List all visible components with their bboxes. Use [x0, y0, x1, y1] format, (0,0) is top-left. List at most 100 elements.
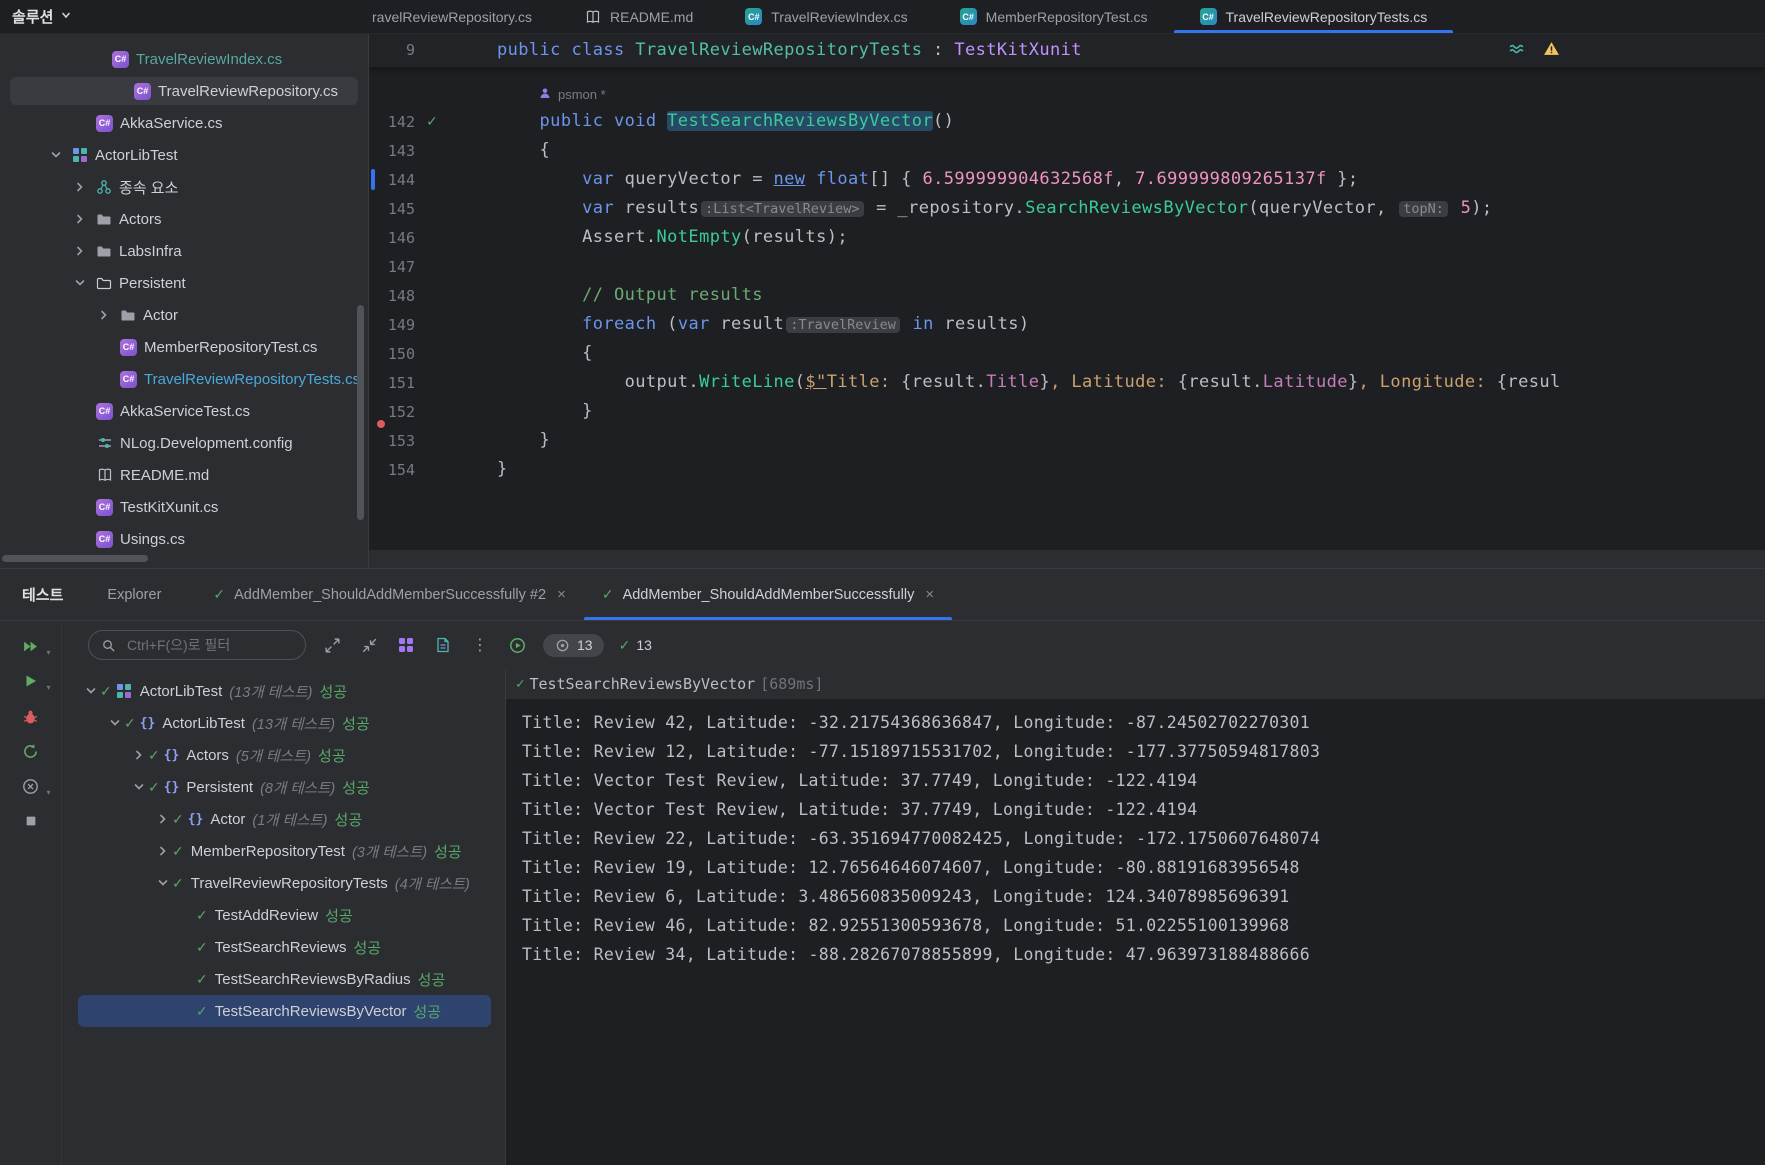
chevron-right-icon[interactable]: [72, 180, 88, 194]
group-by-button[interactable]: [395, 634, 417, 656]
test-tree-item[interactable]: ✓TestSearchReviews성공: [78, 931, 491, 963]
code-text[interactable]: {: [497, 136, 550, 165]
passed-count-badge[interactable]: ✓ 13: [619, 637, 652, 654]
explorer-item[interactable]: C#AkkaService.cs: [0, 107, 368, 139]
explorer-item[interactable]: C#Usings.cs: [0, 523, 368, 555]
code-line[interactable]: 146 Assert.NotEmpty(results);: [369, 223, 1765, 252]
chevron-down-icon[interactable]: [83, 684, 99, 698]
debug-button[interactable]: [19, 705, 43, 727]
chevron-down-icon[interactable]: [48, 148, 64, 162]
rerun-failed-button[interactable]: [506, 634, 528, 656]
explorer-item[interactable]: Actors: [0, 203, 368, 235]
explorer-item[interactable]: NLog.Development.config: [0, 427, 368, 459]
chevron-right-icon[interactable]: [96, 308, 112, 322]
kill-button[interactable]: [19, 810, 43, 832]
explorer-item[interactable]: Actor: [0, 299, 368, 331]
inspection-widget[interactable]: [1508, 40, 1560, 57]
explorer-item[interactable]: C#AkkaServiceTest.cs: [0, 395, 368, 427]
code-line[interactable]: 143 {: [369, 136, 1765, 165]
code-text[interactable]: output.WriteLine($"Title: {result.Title}…: [497, 368, 1561, 397]
editor-tab[interactable]: C#TravelReviewRepositoryTests.cs: [1174, 0, 1454, 33]
collapse-all-button[interactable]: [358, 634, 380, 656]
code-editor[interactable]: 9public class TravelReviewRepositoryTest…: [368, 33, 1765, 568]
test-tree-item[interactable]: ✓{}ActorLibTest(13개 테스트)성공: [78, 707, 491, 739]
output-console[interactable]: Title: Review 42, Latitude: -32.21754368…: [506, 699, 1765, 1165]
total-count-badge[interactable]: 13: [543, 634, 604, 657]
code-line[interactable]: 150 {: [369, 339, 1765, 368]
code-analysis-icon[interactable]: [1508, 40, 1525, 57]
editor-tab[interactable]: README.md: [558, 0, 719, 33]
more-button[interactable]: ⋮: [469, 634, 491, 656]
code-text[interactable]: }: [497, 455, 508, 484]
explorer-item[interactable]: C#MemberRepositoryTest.cs: [0, 331, 368, 363]
code-line[interactable]: 142✓ public void TestSearchReviewsByVect…: [369, 107, 1765, 136]
code-text[interactable]: var queryVector = new float[] { 6.599999…: [497, 165, 1359, 194]
run-all-button[interactable]: ▾: [19, 635, 43, 657]
filter-input[interactable]: [125, 636, 294, 654]
test-tree-item[interactable]: ✓MemberRepositoryTest(3개 테스트)성공: [78, 835, 491, 867]
code-text[interactable]: }: [497, 397, 593, 426]
test-tree-item[interactable]: ✓TravelReviewRepositoryTests(4개 테스트): [78, 867, 491, 899]
test-tree-item[interactable]: ✓TestSearchReviewsByVector성공: [78, 995, 491, 1027]
test-tree-item[interactable]: ✓{}Actor(1개 테스트)성공: [78, 803, 491, 835]
rerun-button[interactable]: [19, 740, 43, 762]
chevron-right-icon[interactable]: [155, 844, 171, 858]
code-text[interactable]: // Output results: [497, 281, 763, 310]
tab-explorer[interactable]: Explorer: [107, 587, 161, 603]
breakpoint-dot[interactable]: [377, 420, 385, 428]
explorer-item[interactable]: 종속 요소: [0, 171, 368, 203]
chevron-down-icon[interactable]: [131, 780, 147, 794]
chevron-down-icon[interactable]: [155, 876, 171, 890]
chevron-right-icon[interactable]: [131, 748, 147, 762]
report-button[interactable]: [432, 634, 454, 656]
code-line[interactable]: 154}: [369, 455, 1765, 484]
code-line[interactable]: 152 }: [369, 397, 1765, 426]
code-text[interactable]: }: [497, 426, 550, 455]
test-tree-item[interactable]: ✓ActorLibTest(13개 테스트)성공: [78, 675, 491, 707]
solution-selector[interactable]: 솔루션: [0, 0, 368, 33]
chevron-right-icon[interactable]: [155, 812, 171, 826]
gutter[interactable]: ✓: [415, 113, 449, 130]
explorer-item[interactable]: C#TravelReviewIndex.cs: [0, 43, 368, 75]
code-line[interactable]: 145 var results:List<TravelReview> = _re…: [369, 194, 1765, 223]
code-text[interactable]: var results:List<TravelReview> = _reposi…: [497, 194, 1493, 224]
explorer-item[interactable]: ActorLibTest: [0, 139, 368, 171]
editor-tab[interactable]: ravelReviewRepository.cs: [368, 0, 558, 33]
code-area[interactable]: psmon *142✓ public void TestSearchReview…: [369, 67, 1765, 550]
explorer-item[interactable]: README.md: [0, 459, 368, 491]
test-tree-item[interactable]: ✓TestSearchReviewsByRadius성공: [78, 963, 491, 995]
test-result-tab[interactable]: ✓AddMember_ShouldAddMemberSuccessfully×: [584, 569, 952, 620]
chevron-down-icon[interactable]: [107, 716, 123, 730]
filter-box[interactable]: [88, 630, 306, 660]
code-text[interactable]: {: [497, 339, 593, 368]
test-tree-item[interactable]: ✓{}Persistent(8개 테스트)성공: [78, 771, 491, 803]
code-line[interactable]: 144 var queryVector = new float[] { 6.59…: [369, 165, 1765, 194]
warning-icon[interactable]: [1543, 40, 1560, 57]
explorer-horizontal-scrollbar[interactable]: [2, 555, 148, 562]
test-tree-item[interactable]: ✓TestAddReview성공: [78, 899, 491, 931]
editor-tab[interactable]: C#MemberRepositoryTest.cs: [934, 0, 1174, 33]
editor-scrollbar[interactable]: [369, 550, 1765, 568]
stop-button[interactable]: ▾: [19, 775, 43, 797]
test-result-tab[interactable]: ✓AddMember_ShouldAddMemberSuccessfully #…: [195, 569, 583, 620]
chevron-right-icon[interactable]: [72, 212, 88, 226]
code-text[interactable]: public void TestSearchReviewsByVector(): [497, 107, 954, 136]
test-tree-item[interactable]: ✓{}Actors(5개 테스트)성공: [78, 739, 491, 771]
code-line[interactable]: 148 // Output results: [369, 281, 1765, 310]
explorer-item[interactable]: LabsInfra: [0, 235, 368, 267]
explorer-item[interactable]: C#TravelReviewRepositoryTests.cs: [0, 363, 368, 395]
close-icon[interactable]: ×: [557, 586, 566, 603]
close-icon[interactable]: ×: [925, 586, 934, 603]
code-text[interactable]: foreach (var result:TravelReview in resu…: [497, 310, 1030, 340]
code-text[interactable]: Assert.NotEmpty(results);: [497, 223, 848, 252]
explorer-item[interactable]: C#TestKitXunit.cs: [0, 491, 368, 523]
code-line[interactable]: 151 output.WriteLine($"Title: {result.Ti…: [369, 368, 1765, 397]
test-passed-gutter-icon[interactable]: ✓: [426, 113, 438, 130]
code-line[interactable]: 147: [369, 252, 1765, 281]
editor-tab[interactable]: C#TravelReviewIndex.cs: [719, 0, 933, 33]
explorer-item[interactable]: Persistent: [0, 267, 368, 299]
explorer-item[interactable]: C#TravelReviewRepository.cs: [0, 75, 368, 107]
run-button[interactable]: ▾: [19, 670, 43, 692]
chevron-down-icon[interactable]: [72, 276, 88, 290]
explorer-vertical-scrollbar[interactable]: [357, 305, 364, 520]
